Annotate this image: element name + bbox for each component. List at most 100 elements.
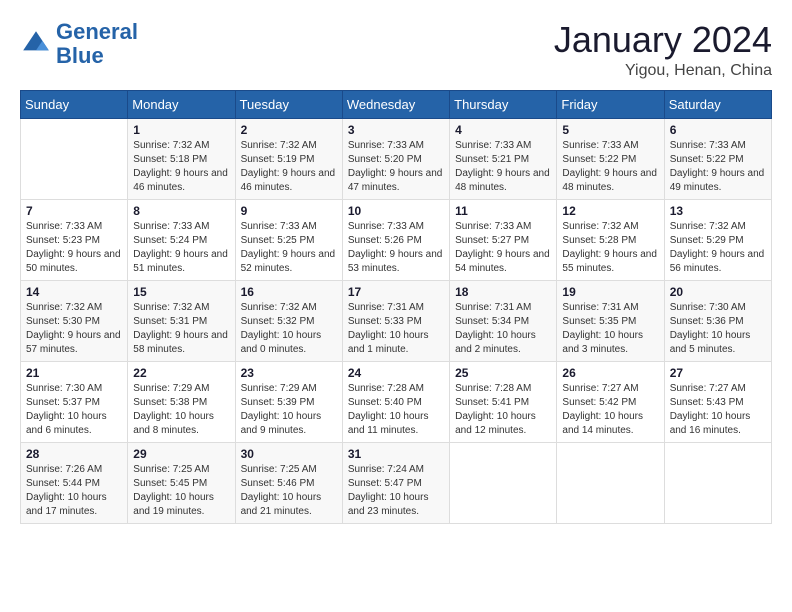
sunset-text: Sunset: 5:25 PM [241, 234, 337, 248]
day-info: Sunrise: 7:26 AMSunset: 5:44 PMDaylight:… [26, 463, 122, 519]
day-number: 31 [348, 447, 444, 461]
sunset-text: Sunset: 5:26 PM [348, 234, 444, 248]
daylight-text: Daylight: 10 hours and 0 minutes. [241, 329, 337, 357]
day-cell: 25Sunrise: 7:28 AMSunset: 5:41 PMDayligh… [450, 361, 557, 442]
day-number: 12 [562, 204, 658, 218]
location-subtitle: Yigou, Henan, China [554, 62, 772, 80]
day-info: Sunrise: 7:31 AMSunset: 5:34 PMDaylight:… [455, 301, 551, 357]
sunrise-text: Sunrise: 7:25 AM [133, 463, 229, 477]
sunrise-text: Sunrise: 7:27 AM [562, 382, 658, 396]
day-info: Sunrise: 7:25 AMSunset: 5:45 PMDaylight:… [133, 463, 229, 519]
day-info: Sunrise: 7:32 AMSunset: 5:19 PMDaylight:… [241, 139, 337, 195]
day-number: 28 [26, 447, 122, 461]
daylight-text: Daylight: 10 hours and 19 minutes. [133, 491, 229, 519]
daylight-text: Daylight: 9 hours and 47 minutes. [348, 167, 444, 195]
day-cell: 23 Sunrise: 7:29 AMSunset: 5:39 PMDayligh… [235, 361, 342, 442]
day-number: 7 [26, 204, 122, 218]
day-number: 25 [455, 366, 551, 380]
day-cell: 5 Sunrise: 7:33 AMSunset: 5:22 PMDaylight… [557, 118, 664, 199]
sunrise-text: Sunrise: 7:33 AM [562, 139, 658, 153]
daylight-text: Daylight: 9 hours and 46 minutes. [241, 167, 337, 195]
daylight-text: Daylight: 10 hours and 17 minutes. [26, 491, 122, 519]
day-info: Sunrise: 7:30 AMSunset: 5:37 PMDaylight:… [26, 382, 122, 438]
sunrise-text: Sunrise: 7:33 AM [455, 220, 551, 234]
day-cell: 15Sunrise: 7:32 AMSunset: 5:31 PMDayligh… [128, 280, 235, 361]
sunrise-text: Sunrise: 7:31 AM [455, 301, 551, 315]
header-wednesday: Wednesday [342, 90, 449, 118]
day-number: 18 [455, 285, 551, 299]
day-info: Sunrise: 7:32 AMSunset: 5:32 PMDaylight:… [241, 301, 337, 357]
day-number: 24 [348, 366, 444, 380]
sunrise-text: Sunrise: 7:33 AM [348, 139, 444, 153]
daylight-text: Daylight: 9 hours and 56 minutes. [670, 248, 766, 276]
sunset-text: Sunset: 5:44 PM [26, 477, 122, 491]
sunset-text: Sunset: 5:40 PM [348, 396, 444, 410]
day-cell [21, 118, 128, 199]
sunset-text: Sunset: 5:23 PM [26, 234, 122, 248]
sunrise-text: Sunrise: 7:29 AM [133, 382, 229, 396]
sunrise-text: Sunrise: 7:32 AM [26, 301, 122, 315]
day-info: Sunrise: 7:29 AMSunset: 5:39 PMDaylight:… [241, 382, 337, 438]
week-row-2: 7Sunrise: 7:33 AMSunset: 5:23 PMDaylight… [21, 199, 772, 280]
sunset-text: Sunset: 5:35 PM [562, 315, 658, 329]
day-cell: 24Sunrise: 7:28 AMSunset: 5:40 PMDayligh… [342, 361, 449, 442]
sunset-text: Sunset: 5:24 PM [133, 234, 229, 248]
day-number: 15 [133, 285, 229, 299]
sunset-text: Sunset: 5:21 PM [455, 153, 551, 167]
day-cell: 4 Sunrise: 7:33 AMSunset: 5:21 PMDaylight… [450, 118, 557, 199]
sunset-text: Sunset: 5:18 PM [133, 153, 229, 167]
daylight-text: Daylight: 9 hours and 46 minutes. [133, 167, 229, 195]
day-number: 22 [133, 366, 229, 380]
week-row-5: 28 Sunrise: 7:26 AMSunset: 5:44 PMDayligh… [21, 442, 772, 523]
day-info: Sunrise: 7:24 AMSunset: 5:47 PMDaylight:… [348, 463, 444, 519]
sunrise-text: Sunrise: 7:32 AM [241, 301, 337, 315]
week-row-3: 14 Sunrise: 7:32 AMSunset: 5:30 PMDayligh… [21, 280, 772, 361]
sunrise-text: Sunrise: 7:31 AM [348, 301, 444, 315]
day-cell: 9 Sunrise: 7:33 AMSunset: 5:25 PMDaylight… [235, 199, 342, 280]
sunrise-text: Sunrise: 7:30 AM [670, 301, 766, 315]
day-info: Sunrise: 7:33 AMSunset: 5:22 PMDaylight:… [562, 139, 658, 195]
day-number: 23 [241, 366, 337, 380]
day-cell: 27Sunrise: 7:27 AMSunset: 5:43 PMDayligh… [664, 361, 771, 442]
daylight-text: Daylight: 10 hours and 21 minutes. [241, 491, 337, 519]
day-info: Sunrise: 7:31 AMSunset: 5:33 PMDaylight:… [348, 301, 444, 357]
daylight-text: Daylight: 9 hours and 57 minutes. [26, 329, 122, 357]
day-cell [450, 442, 557, 523]
title-block: January 2024 Yigou, Henan, China [554, 20, 772, 80]
day-info: Sunrise: 7:33 AMSunset: 5:21 PMDaylight:… [455, 139, 551, 195]
day-info: Sunrise: 7:33 AMSunset: 5:25 PMDaylight:… [241, 220, 337, 276]
day-number: 11 [455, 204, 551, 218]
day-cell: 20Sunrise: 7:30 AMSunset: 5:36 PMDayligh… [664, 280, 771, 361]
sunset-text: Sunset: 5:36 PM [670, 315, 766, 329]
day-cell: 12Sunrise: 7:32 AMSunset: 5:28 PMDayligh… [557, 199, 664, 280]
day-cell: 30Sunrise: 7:25 AMSunset: 5:46 PMDayligh… [235, 442, 342, 523]
logo: General Blue [20, 20, 138, 68]
header-friday: Friday [557, 90, 664, 118]
day-cell: 14 Sunrise: 7:32 AMSunset: 5:30 PMDayligh… [21, 280, 128, 361]
day-number: 9 [241, 204, 337, 218]
day-cell: 11 Sunrise: 7:33 AMSunset: 5:27 PMDayligh… [450, 199, 557, 280]
day-number: 10 [348, 204, 444, 218]
header-monday: Monday [128, 90, 235, 118]
sunset-text: Sunset: 5:28 PM [562, 234, 658, 248]
day-info: Sunrise: 7:33 AMSunset: 5:23 PMDaylight:… [26, 220, 122, 276]
day-info: Sunrise: 7:33 AMSunset: 5:27 PMDaylight:… [455, 220, 551, 276]
day-info: Sunrise: 7:32 AMSunset: 5:30 PMDaylight:… [26, 301, 122, 357]
day-info: Sunrise: 7:32 AMSunset: 5:18 PMDaylight:… [133, 139, 229, 195]
day-cell [557, 442, 664, 523]
day-info: Sunrise: 7:33 AMSunset: 5:20 PMDaylight:… [348, 139, 444, 195]
day-number: 4 [455, 123, 551, 137]
sunset-text: Sunset: 5:37 PM [26, 396, 122, 410]
sunset-text: Sunset: 5:32 PM [241, 315, 337, 329]
day-number: 14 [26, 285, 122, 299]
daylight-text: Daylight: 10 hours and 6 minutes. [26, 410, 122, 438]
sunset-text: Sunset: 5:34 PM [455, 315, 551, 329]
day-number: 19 [562, 285, 658, 299]
daylight-text: Daylight: 9 hours and 51 minutes. [133, 248, 229, 276]
day-number: 26 [562, 366, 658, 380]
sunrise-text: Sunrise: 7:30 AM [26, 382, 122, 396]
day-number: 17 [348, 285, 444, 299]
header-thursday: Thursday [450, 90, 557, 118]
header-sunday: Sunday [21, 90, 128, 118]
day-number: 5 [562, 123, 658, 137]
